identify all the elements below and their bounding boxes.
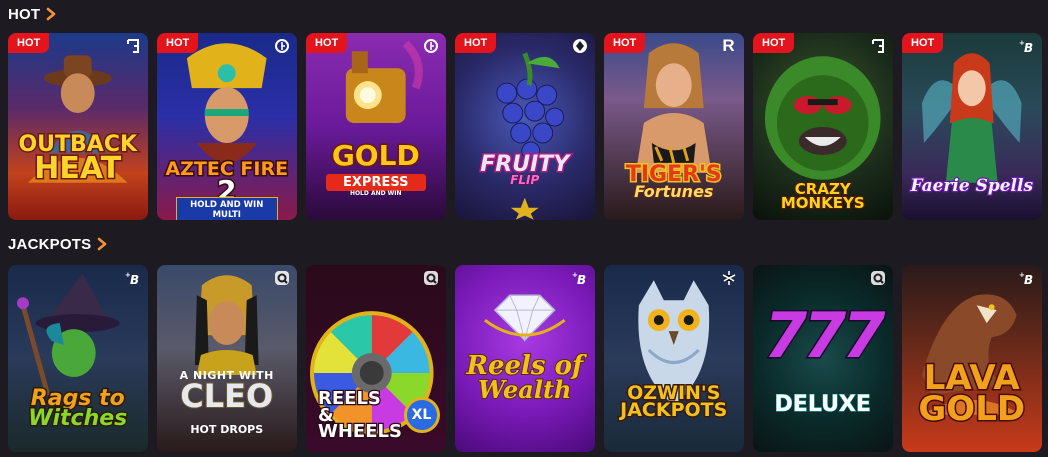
game-title: GOLD <box>330 139 421 172</box>
hot-games-row: OUTBACK HEAT HOT AZTEC FIRE 2 HOLD AND WI… <box>8 33 1042 220</box>
hot-badge: HOT <box>604 33 646 53</box>
section-title-hot-label: HOT <box>8 5 41 23</box>
game-title-line2: EXPRESS <box>326 174 426 191</box>
game-subtitle: HOLD AND WIN MULTI <box>176 197 278 220</box>
game-artwork <box>27 55 128 183</box>
chevron-right-icon <box>46 7 56 21</box>
g-bracket-icon <box>125 38 141 54</box>
svg-text:B: B <box>1024 41 1033 54</box>
game-card-reels-and-wheels-xl[interactable]: REELS & WHEELS XL <box>306 265 446 452</box>
leaf-logo-icon <box>721 270 737 286</box>
game-card-tigers-fortunes[interactable]: TIGER'S Fortunes HOT R <box>604 33 744 220</box>
game-subtitle: XL <box>403 397 440 433</box>
game-title: CRAZY MONKEYS <box>780 180 866 212</box>
game-card-777-deluxe[interactable]: 777 DELUXE <box>753 265 893 452</box>
svg-text:B: B <box>577 273 586 286</box>
game-title: Faerie Spells <box>909 176 1034 196</box>
game-card-ozwins-jackpots[interactable]: OZWIN'S JACKPOTS <box>604 265 744 452</box>
game-subtitle: HOT DROPS <box>190 423 264 436</box>
game-artwork <box>496 52 565 220</box>
game-artwork <box>638 280 710 405</box>
game-card-aztec-fire-2[interactable]: AZTEC FIRE 2 HOLD AND WIN MULTI HOT <box>157 33 297 220</box>
q-logo-icon <box>423 270 439 286</box>
b-plus-icon: + B <box>572 270 588 286</box>
section-title-jackpots[interactable]: JACKPOTS <box>8 234 109 254</box>
game-title: DELUXE <box>774 392 871 417</box>
game-subtitle: HOLD AND WIN <box>349 190 402 197</box>
section-title-hot[interactable]: HOT <box>8 4 58 24</box>
game-title: Reels of Wealth <box>465 351 584 404</box>
game-card-crazy-monkeys[interactable]: CRAZY MONKEYS HOT <box>753 33 893 220</box>
game-card-rags-to-witches[interactable]: Rags to Witches + B <box>8 265 148 452</box>
hot-badge: HOT <box>753 33 795 53</box>
b-circle-icon <box>423 38 439 54</box>
game-card-lava-gold[interactable]: LAVA GOLD + B <box>902 265 1042 452</box>
game-card-outback-heat[interactable]: OUTBACK HEAT HOT <box>8 33 148 220</box>
section-title-jackpots-label: JACKPOTS <box>8 235 92 253</box>
svg-text:B: B <box>130 273 139 286</box>
jackpot-games-row: Rags to Witches + B A NIGHT WITH CLEO HOT … <box>8 265 1042 452</box>
game-card-a-night-with-cleo[interactable]: A NIGHT WITH CLEO HOT DROPS <box>157 265 297 452</box>
hot-badge: HOT <box>455 33 497 53</box>
b-circle-icon <box>274 38 290 54</box>
q-logo-icon <box>870 270 886 286</box>
game-title: OZWIN'S JACKPOTS <box>619 382 729 422</box>
svg-text:B: B <box>1024 273 1033 286</box>
diamond-circle-icon <box>572 38 588 54</box>
hot-badge: HOT <box>306 33 348 53</box>
g-bracket-icon <box>870 38 886 54</box>
game-title: CLEO <box>179 377 274 415</box>
game-title: REELS & WHEELS <box>317 388 403 443</box>
game-card-gold-express[interactable]: GOLD EXPRESS HOLD AND WIN HOT <box>306 33 446 220</box>
hot-badge: HOT <box>8 33 50 53</box>
game-title: FRUITY FLIP <box>479 152 571 188</box>
chevron-right-icon <box>97 237 107 251</box>
b-plus-icon: + B <box>125 270 141 286</box>
game-title-777: 777 <box>763 299 887 372</box>
b-plus-icon: + B <box>1019 38 1035 54</box>
b-plus-icon: + B <box>1019 270 1035 286</box>
r-logo-icon: R <box>722 36 735 55</box>
hot-badge: HOT <box>902 33 944 53</box>
game-card-reels-of-wealth[interactable]: Reels of Wealth + B <box>455 265 595 452</box>
game-card-fruity-flip[interactable]: FRUITY FLIP HOT <box>455 33 595 220</box>
q-logo-icon <box>274 270 290 286</box>
game-title: Rags to Witches <box>27 386 129 432</box>
game-title: LAVA GOLD <box>917 358 1027 430</box>
game-card-faerie-spells[interactable]: Faerie Spells HOT + B <box>902 33 1042 220</box>
hot-badge: HOT <box>157 33 199 53</box>
game-title: OUTBACK HEAT <box>17 132 139 187</box>
game-title: TIGER'S Fortunes <box>624 162 723 202</box>
